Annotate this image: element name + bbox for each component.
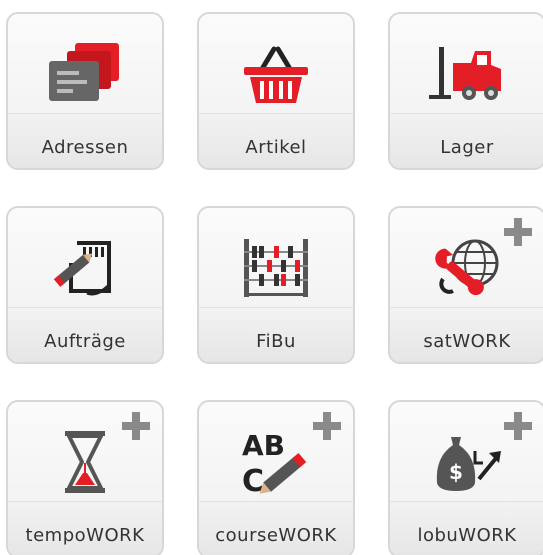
tile-label: Aufträge — [44, 331, 126, 352]
tile-lobuwork[interactable]: $ lobuWORK — [388, 400, 543, 555]
tile-artikel[interactable]: Artikel — [197, 12, 355, 170]
module-grid: Adressen Artikel Lager Aufträge FiBu sat… — [0, 0, 543, 555]
tile-fibu[interactable]: FiBu — [197, 206, 355, 364]
tile-label: courseWORK — [215, 525, 337, 546]
address-cards-icon — [8, 34, 162, 114]
hourglass-icon — [8, 422, 162, 502]
tile-label: tempoWORK — [25, 525, 145, 546]
tile-tempowork[interactable]: tempoWORK — [6, 400, 164, 555]
shopping-basket-icon — [199, 34, 353, 114]
money-bag-arrow-icon: $ — [390, 422, 543, 502]
wrench-globe-icon — [390, 228, 543, 308]
tile-lager[interactable]: Lager — [388, 12, 543, 170]
tile-label: lobuWORK — [417, 525, 517, 546]
order-sign-icon — [8, 228, 162, 308]
tile-label: satWORK — [423, 331, 511, 352]
tile-auftraege[interactable]: Aufträge — [6, 206, 164, 364]
abc-pencil-icon: AB C — [199, 422, 353, 502]
icon-text-ab: AB — [242, 429, 285, 462]
dollar-sign-text: $ — [449, 460, 463, 484]
tile-label: Adressen — [41, 137, 129, 158]
tile-label: Artikel — [245, 137, 307, 158]
tile-adressen[interactable]: Adressen — [6, 12, 164, 170]
tile-coursework[interactable]: AB C courseWORK — [197, 400, 355, 555]
tile-satwork[interactable]: satWORK — [388, 206, 543, 364]
abacus-icon — [199, 228, 353, 308]
forklift-icon — [390, 34, 543, 114]
tile-label: Lager — [440, 137, 494, 158]
tile-label: FiBu — [256, 331, 296, 352]
